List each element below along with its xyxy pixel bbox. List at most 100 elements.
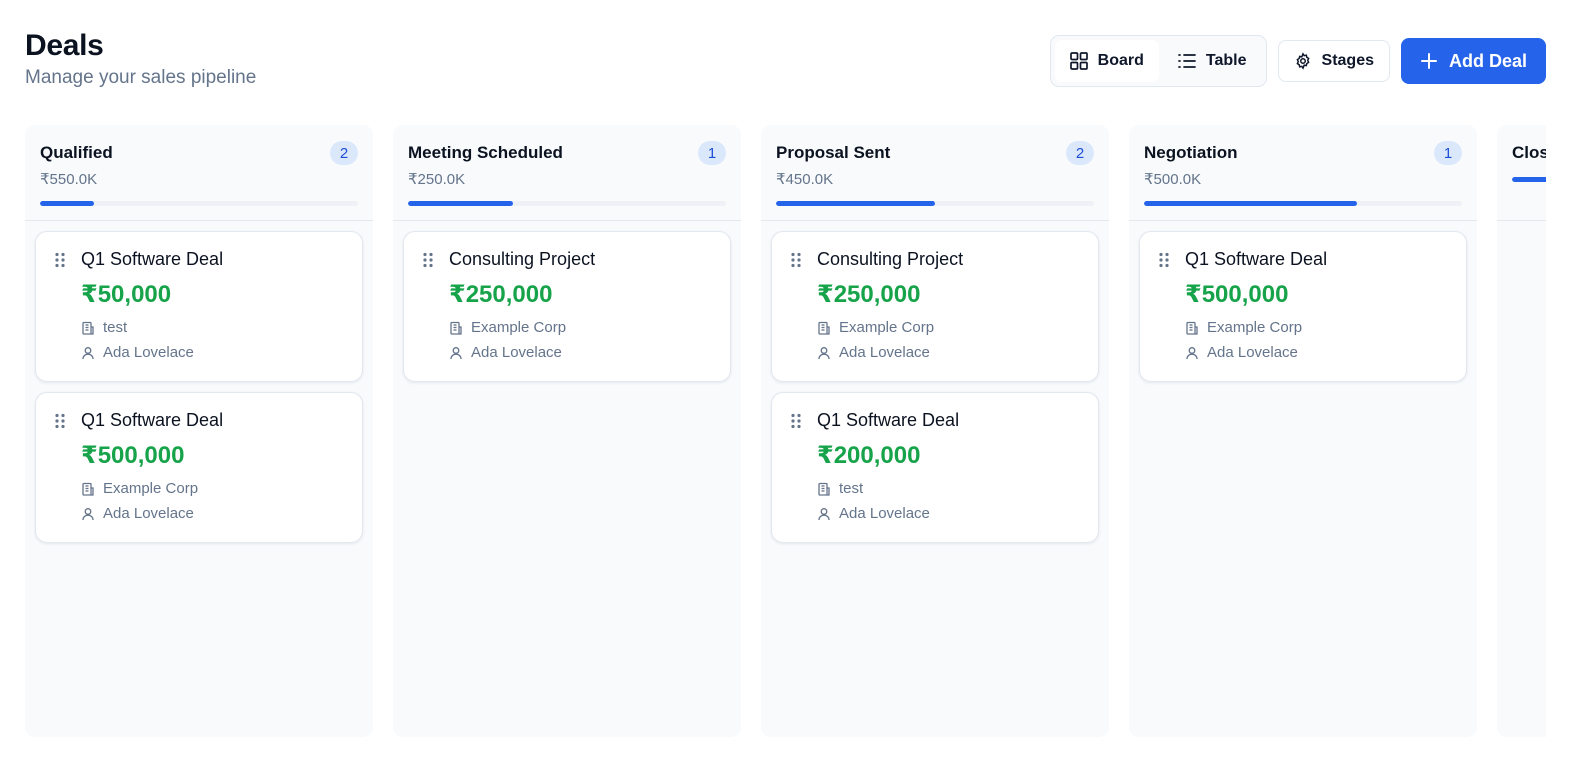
- deal-title: Q1 Software Deal: [81, 249, 224, 269]
- deal-company: Example Corp: [1185, 319, 1450, 337]
- stage-progress-bar: [408, 201, 726, 206]
- deal-company-name: Example Corp: [103, 480, 199, 497]
- page-title: Deals: [25, 29, 104, 62]
- deal-company-name: Example Corp: [1207, 319, 1303, 336]
- drag-handle-icon[interactable]: [790, 413, 802, 434]
- deal-title: Consulting Project: [449, 249, 596, 269]
- board-view-label: Board: [1097, 52, 1144, 69]
- table-view-button[interactable]: Table: [1163, 40, 1262, 82]
- stages-button[interactable]: Stages: [1277, 40, 1390, 82]
- drag-handle-icon[interactable]: [54, 413, 66, 434]
- deal-amount: ₹500,000: [1185, 281, 1289, 308]
- stage-name: Proposal Sent: [776, 143, 891, 162]
- building-icon: [81, 482, 95, 496]
- stage-count-badge: 1: [698, 141, 726, 165]
- stage-total: ₹250.0K: [408, 171, 466, 188]
- deal-owner: Ada Lovelace: [817, 505, 1082, 523]
- stage-column: Qualified 2 ₹550.0K Q1 Software Deal ₹50…: [25, 125, 373, 737]
- deals-page: Deals Manage your sales pipeline Board T…: [0, 0, 1577, 761]
- deal-company-name: test: [103, 319, 128, 336]
- deal-card[interactable]: Consulting Project ₹250,000 Example Corp…: [403, 231, 731, 382]
- drag-handle-icon[interactable]: [1158, 252, 1170, 273]
- drag-handle-icon[interactable]: [790, 252, 802, 273]
- building-icon: [449, 321, 463, 335]
- page-header: Deals Manage your sales pipeline: [25, 28, 256, 90]
- stage-count-badge: 2: [330, 141, 358, 165]
- deal-company-name: Example Corp: [471, 319, 567, 336]
- deal-owner: Ada Lovelace: [817, 344, 1082, 362]
- deal-amount: ₹200,000: [817, 442, 921, 469]
- deal-owner-name: Ada Lovelace: [1207, 344, 1298, 361]
- deal-owner-name: Ada Lovelace: [839, 344, 930, 361]
- building-icon: [817, 321, 831, 335]
- stage-name: Negotiation: [1144, 143, 1238, 162]
- stage-header: Clos: [1497, 125, 1546, 221]
- deal-owner: Ada Lovelace: [81, 505, 346, 523]
- stage-cards: Consulting Project ₹250,000 Example Corp…: [761, 221, 1109, 563]
- stage-total: ₹450.0K: [776, 171, 834, 188]
- stage-total: ₹550.0K: [40, 171, 98, 188]
- stage-progress-fill: [776, 201, 935, 206]
- stage-count-badge: 1: [1434, 141, 1462, 165]
- deal-card[interactable]: Q1 Software Deal ₹500,000 Example Corp A…: [1139, 231, 1467, 382]
- deal-amount: ₹500,000: [81, 442, 185, 469]
- stage-cards: Consulting Project ₹250,000 Example Corp…: [393, 221, 741, 402]
- deal-card[interactable]: Q1 Software Deal ₹500,000 Example Corp A…: [35, 392, 363, 543]
- stage-count-badge: 2: [1066, 141, 1094, 165]
- deal-owner-name: Ada Lovelace: [103, 344, 194, 361]
- plus-icon: [1420, 53, 1437, 69]
- deal-card[interactable]: Q1 Software Deal ₹200,000 test Ada Lovel…: [771, 392, 1099, 543]
- user-icon: [81, 346, 95, 360]
- deal-owner: Ada Lovelace: [1185, 344, 1450, 362]
- stage-name: Clos: [1512, 143, 1546, 162]
- pipeline-board[interactable]: Qualified 2 ₹550.0K Q1 Software Deal ₹50…: [25, 125, 1546, 737]
- deal-card[interactable]: Consulting Project ₹250,000 Example Corp…: [771, 231, 1099, 382]
- stage-progress-bar: [1144, 201, 1462, 206]
- stage-name: Meeting Scheduled: [408, 143, 563, 162]
- view-toggle: Board Table: [1049, 35, 1267, 87]
- drag-handle-icon[interactable]: [54, 252, 66, 273]
- stage-header: Qualified 2 ₹550.0K: [25, 125, 373, 221]
- deal-title: Q1 Software Deal: [81, 410, 224, 430]
- page-subtitle: Manage your sales pipeline: [25, 67, 257, 88]
- user-icon: [817, 507, 831, 521]
- list-icon: [1178, 53, 1196, 69]
- stage-progress-fill: [408, 201, 513, 206]
- deal-company: Example Corp: [817, 319, 1082, 337]
- user-icon: [449, 346, 463, 360]
- stage-column: Negotiation 1 ₹500.0K Q1 Software Deal ₹…: [1129, 125, 1477, 737]
- deal-company: test: [817, 480, 1082, 498]
- add-deal-button[interactable]: Add Deal: [1400, 38, 1546, 84]
- deal-company: test: [81, 319, 346, 337]
- header-actions: Board Table Stages Add Deal: [1049, 35, 1546, 87]
- stage-cards: Q1 Software Deal ₹500,000 Example Corp A…: [1129, 221, 1477, 402]
- deal-company: Example Corp: [449, 319, 714, 337]
- stage-progress-fill: [40, 201, 95, 206]
- deal-owner-name: Ada Lovelace: [471, 344, 562, 361]
- deal-card[interactable]: Q1 Software Deal ₹50,000 test Ada Lovela…: [35, 231, 363, 382]
- stage-name: Qualified: [40, 143, 113, 162]
- building-icon: [817, 482, 831, 496]
- deal-title: Consulting Project: [817, 249, 964, 269]
- building-icon: [1185, 321, 1199, 335]
- deal-amount: ₹250,000: [817, 281, 921, 308]
- stage-progress-bar: [776, 201, 1094, 206]
- board-view-button[interactable]: Board: [1054, 40, 1159, 82]
- grid-icon: [1069, 52, 1088, 70]
- deal-title: Q1 Software Deal: [1185, 249, 1328, 269]
- add-deal-label: Add Deal: [1448, 50, 1527, 71]
- stage-progress-fill: [1144, 201, 1358, 206]
- user-icon: [1185, 346, 1199, 360]
- stage-header: Negotiation 1 ₹500.0K: [1129, 125, 1477, 221]
- deal-owner: Ada Lovelace: [81, 344, 346, 362]
- stage-column: Meeting Scheduled 1 ₹250.0K Consulting P…: [393, 125, 741, 737]
- deal-owner-name: Ada Lovelace: [103, 505, 194, 522]
- drag-handle-icon[interactable]: [422, 252, 434, 273]
- deal-title: Q1 Software Deal: [817, 410, 960, 430]
- stage-progress-fill: [1512, 177, 1546, 182]
- deal-company: Example Corp: [81, 480, 346, 498]
- gear-icon: [1294, 52, 1312, 70]
- stage-header: Proposal Sent 2 ₹450.0K: [761, 125, 1109, 221]
- stage-cards: [1497, 221, 1546, 241]
- stage-cards: Q1 Software Deal ₹50,000 test Ada Lovela…: [25, 221, 373, 563]
